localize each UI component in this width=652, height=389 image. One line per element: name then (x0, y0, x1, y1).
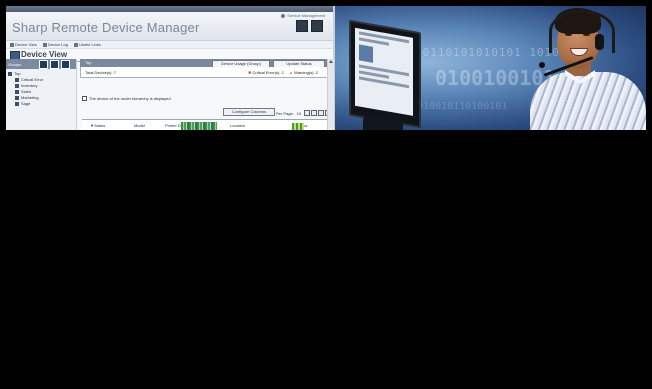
folder-icon (15, 84, 19, 88)
configure-columns-button[interactable]: Configure Columns (223, 108, 275, 116)
folder-icon (15, 96, 19, 100)
app-title: Sharp Remote Device Manager (12, 20, 200, 35)
group-tree: Top Critical Error Inventory Sales Marke… (6, 69, 76, 107)
useful-links-icon (73, 42, 78, 47)
hierarchy-checkbox[interactable] (82, 96, 87, 101)
column-location[interactable]: Location (230, 123, 245, 128)
image-artifact (292, 123, 304, 130)
groups-sidebar: Groups Top Critical Error Inventory Sale… (6, 59, 77, 130)
per-page-control: Per Page: 10 (276, 110, 332, 116)
device-totals: Total Device(s): 7 ✖ Critical Error(s): … (80, 67, 331, 78)
prev-page-icon[interactable] (311, 110, 318, 116)
service-management-label: Service Management (287, 13, 325, 18)
column-status[interactable]: ▼Status (90, 123, 105, 128)
column-model[interactable]: Model (134, 123, 145, 128)
promo-banner: Sharp Remote Device Manager Service Mana… (6, 6, 646, 130)
titlebar-icons (296, 20, 323, 32)
folder-icon (8, 72, 12, 76)
expand-icon[interactable] (50, 59, 60, 69)
groups-header: Groups (6, 59, 76, 69)
next-page-icon[interactable] (318, 110, 325, 116)
app-screenshot: Sharp Remote Device Manager Service Mana… (6, 6, 335, 130)
warning-icon: ▲ (289, 70, 293, 75)
hierarchy-note: The device of the under hierarchy is dis… (89, 96, 172, 101)
total-devices: Total Device(s): 7 (85, 70, 116, 75)
collapse-icon[interactable] (61, 59, 71, 69)
hierarchy-toggle[interactable]: The device of the under hierarchy is dis… (82, 96, 172, 101)
view-title: Device View (21, 50, 68, 59)
panel-toolbar: Top Device Usage (Group) Update Status (80, 59, 329, 68)
microphone-icon (539, 62, 545, 68)
error-x-icon: ✖ (248, 70, 252, 75)
panel-toolbar-label: Top (85, 60, 92, 65)
page-canvas: Sharp Remote Device Manager Service Mana… (0, 0, 652, 389)
help-icon[interactable] (311, 20, 323, 32)
device-panel: Top Device Usage (Group) Update Status T… (78, 59, 335, 130)
device-log-icon (42, 42, 47, 47)
warnings: ▲ Warning(s): 2 (289, 70, 318, 75)
folder-icon (15, 102, 19, 106)
per-page-label: Per Page: (276, 110, 294, 116)
scroll-up-icon[interactable] (329, 60, 333, 63)
folder-icon (15, 78, 19, 82)
gear-icon (281, 13, 286, 18)
refresh-icon[interactable] (39, 59, 49, 69)
first-page-icon[interactable] (304, 110, 311, 116)
menu-item-device-view[interactable]: Device View (10, 42, 37, 47)
monitor-illustration (349, 19, 421, 129)
vertical-scrollbar[interactable] (327, 59, 334, 130)
menu-item-device-log[interactable]: Device Log (42, 42, 68, 47)
groups-label: Groups (8, 61, 22, 67)
app-titlebar: Sharp Remote Device Manager Service Mana… (6, 12, 333, 41)
image-artifact (181, 122, 217, 130)
menu-bar: Device View Device Log Useful Links (6, 41, 333, 49)
device-view-icon (10, 42, 14, 47)
service-management-link[interactable]: Service Management (281, 13, 325, 18)
headset-earpiece (595, 34, 604, 50)
support-agent (525, 6, 646, 130)
monitor-stand (363, 116, 403, 130)
logout-icon[interactable] (296, 20, 308, 32)
folder-icon (15, 90, 19, 94)
support-agent-photo: 10110101010101 1010 0100100101 010100101… (335, 6, 646, 130)
per-page-value[interactable]: 10 (297, 111, 301, 116)
headset-icon (549, 10, 615, 53)
critical-errors: ✖ Critical Error(s): 2 (248, 70, 284, 75)
menu-item-useful-links[interactable]: Useful Links (73, 42, 101, 47)
tree-item-sage[interactable]: Sage (8, 101, 74, 107)
shirt (530, 72, 646, 130)
monitor-screen (355, 27, 413, 116)
